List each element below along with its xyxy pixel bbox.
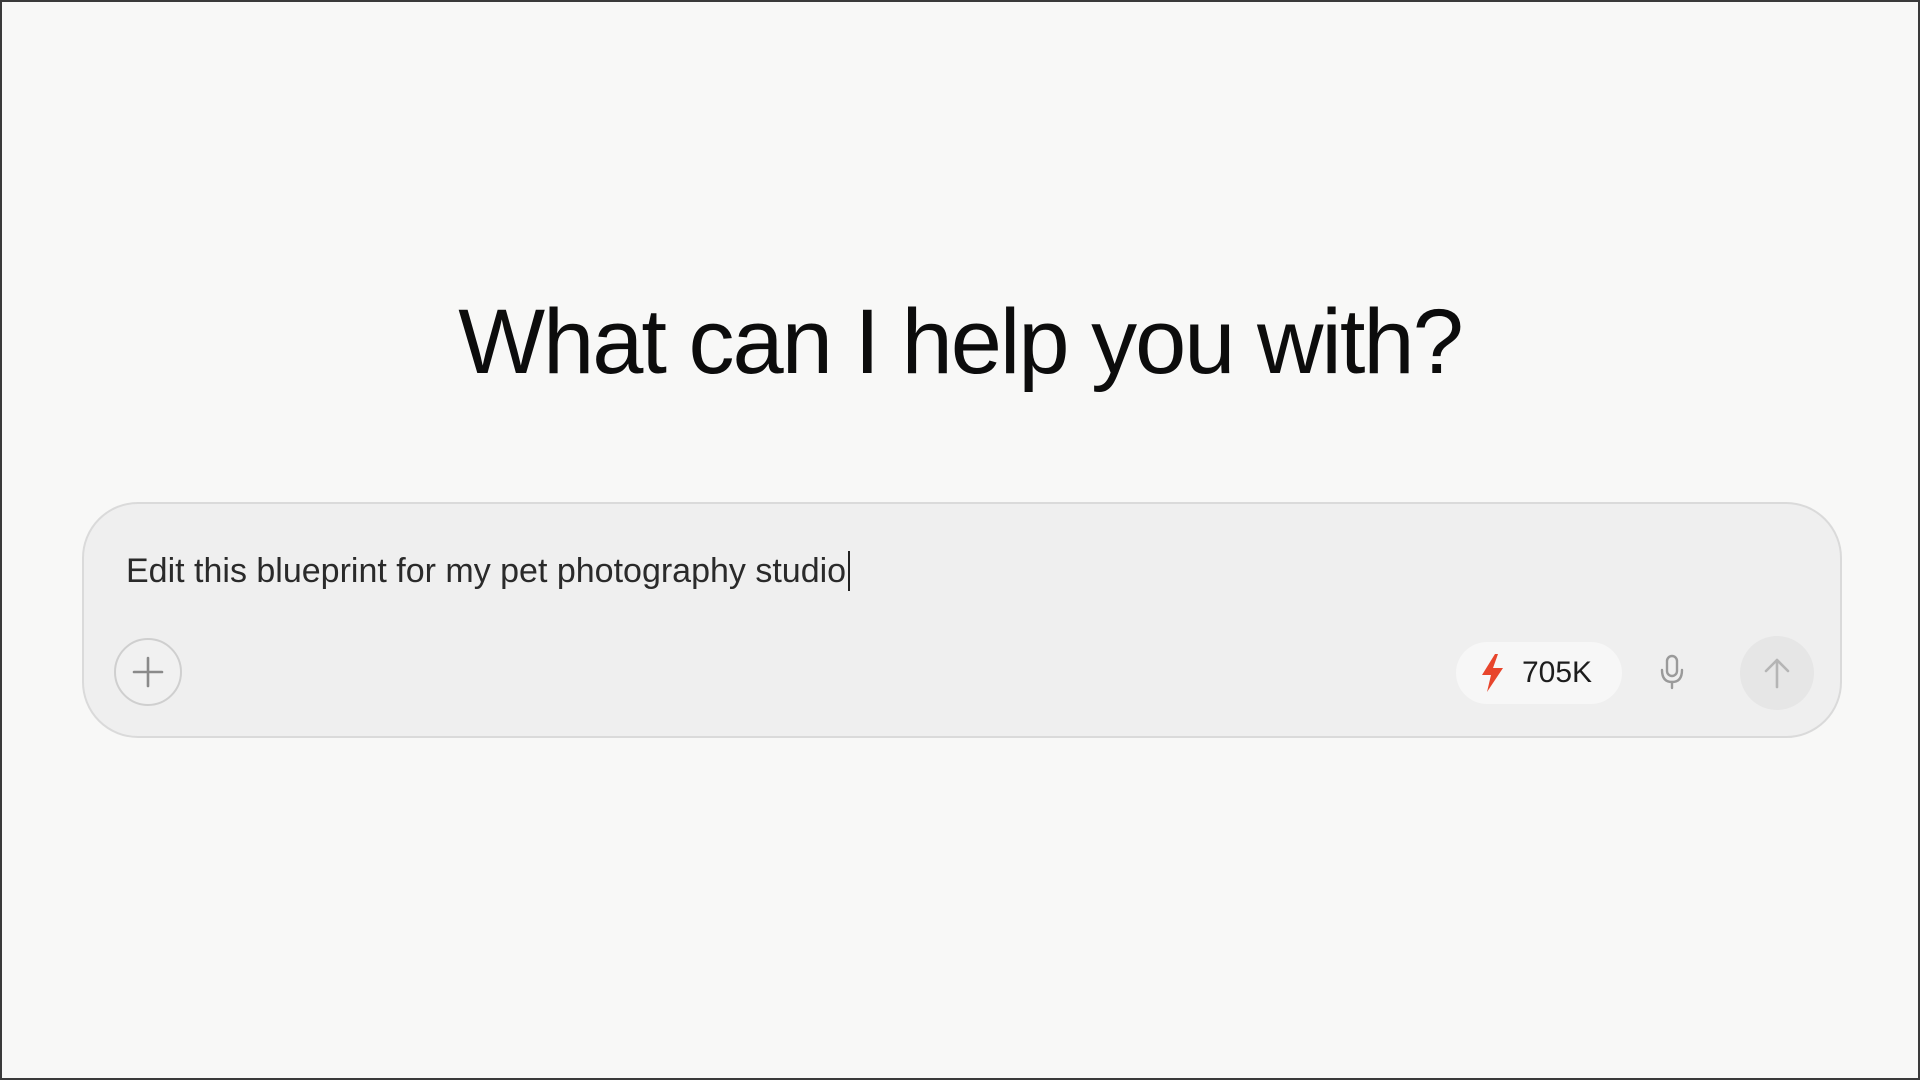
arrow-up-icon xyxy=(1762,656,1792,690)
text-caret xyxy=(848,551,851,591)
prompt-composer: Edit this blueprint for my pet photograp… xyxy=(82,502,1842,738)
prompt-input[interactable]: Edit this blueprint for my pet photograp… xyxy=(126,546,1726,596)
send-button[interactable] xyxy=(1740,636,1814,710)
lightning-bolt-icon xyxy=(1478,653,1506,693)
credits-button[interactable]: 705K xyxy=(1456,642,1622,704)
add-attachment-button[interactable] xyxy=(114,638,182,706)
voice-input-button[interactable] xyxy=(1644,644,1700,700)
page-title: What can I help you with? xyxy=(458,291,1463,393)
page: What can I help you with? Edit this blue… xyxy=(0,0,1920,1080)
plus-icon xyxy=(131,655,165,689)
prompt-input-text: Edit this blueprint for my pet photograp… xyxy=(126,551,847,590)
microphone-icon xyxy=(1659,654,1685,690)
credits-value: 705K xyxy=(1522,656,1593,689)
